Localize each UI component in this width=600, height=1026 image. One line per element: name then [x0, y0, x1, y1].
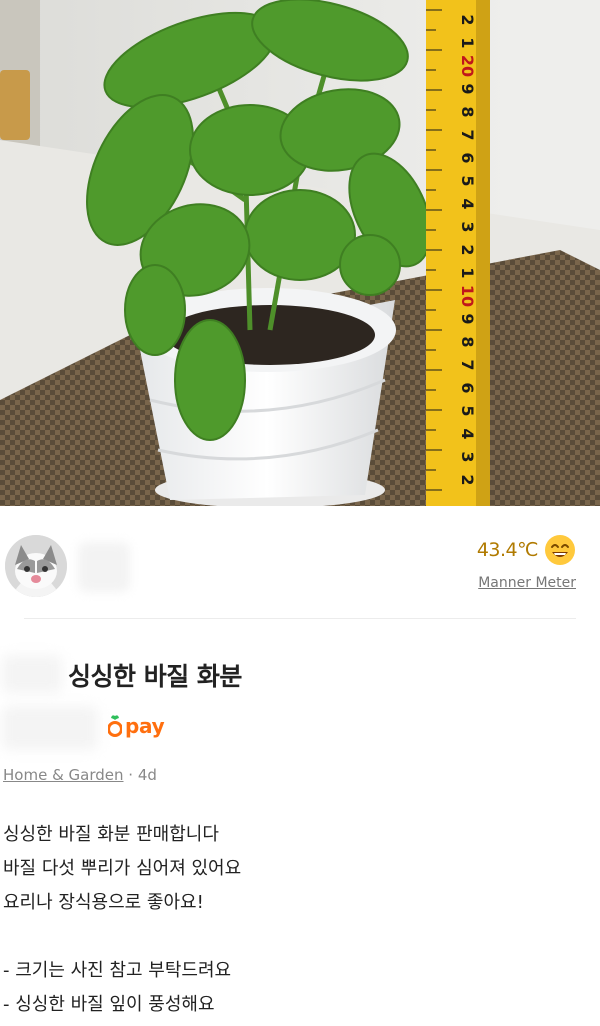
ruler-number: 2 — [458, 474, 477, 485]
description-line: 바질 다섯 뿌리가 심어져 있어요 — [3, 858, 242, 879]
meta-separator: · — [123, 766, 138, 784]
title-prefix-redacted — [2, 655, 62, 693]
product-photo[interactable]: 2 1 20 9 8 7 6 5 4 3 2 1 10 9 8 7 6 5 4 3 2 — [0, 0, 600, 506]
listing-description: 싱싱한 바질 화분 판매합니다 바질 다섯 뿌리가 심어져 있어요 요리나 장식… — [3, 818, 593, 1022]
description-line: 요리나 장식용으로 좋아요! — [3, 892, 204, 913]
ruler-number: 1 — [458, 267, 477, 278]
ruler-number: 6 — [458, 382, 477, 393]
ruler-number: 7 — [458, 129, 477, 140]
ruler-number: 9 — [458, 313, 477, 324]
ruler-number: 5 — [458, 405, 477, 416]
ruler-number: 8 — [458, 106, 477, 117]
ruler-number: 3 — [458, 451, 477, 462]
seller-section: 43.4℃ Manner Meter — [0, 506, 600, 618]
ruler-number: 1 — [458, 37, 477, 48]
smile-face-icon — [545, 535, 575, 565]
ruler-number: 2 — [458, 244, 477, 255]
posted-age: 4d — [137, 766, 157, 784]
manner-meter[interactable]: 43.4℃ Manner Meter — [477, 534, 576, 591]
cat-avatar-icon — [5, 535, 67, 597]
section-divider — [24, 618, 576, 619]
seller-name-redacted — [78, 542, 130, 592]
manner-meter-link[interactable]: Manner Meter — [477, 575, 576, 591]
ruler-number: 6 — [458, 152, 477, 163]
ruler-number: 10 — [458, 285, 477, 307]
manner-temperature: 43.4℃ — [476, 539, 539, 561]
ruler-number: 4 — [458, 428, 477, 439]
pay-label: pay — [125, 714, 165, 738]
listing-title: 싱싱한 바질 화분 — [68, 662, 242, 691]
listing-meta: Home & Garden · 4d — [3, 766, 157, 784]
ruler-number: 3 — [458, 221, 477, 232]
ruler-number: 2 — [458, 14, 477, 25]
ruler-number: 20 — [458, 55, 477, 77]
price-redacted — [2, 706, 98, 750]
category-link[interactable]: Home & Garden — [3, 766, 124, 784]
description-line: - 싱싱한 바질 잎이 풍성해요 — [3, 994, 215, 1015]
ruler-number: 4 — [458, 198, 477, 209]
description-line: - 크기는 사진 참고 부탁드려요 — [3, 960, 232, 981]
pay-badge: pay — [108, 714, 165, 738]
ruler-number: 7 — [458, 359, 477, 370]
ruler-number: 8 — [458, 336, 477, 347]
carrot-pay-icon — [108, 715, 122, 737]
description-line — [3, 920, 593, 954]
seller-avatar[interactable] — [5, 535, 67, 597]
ruler-number: 9 — [458, 83, 477, 94]
ruler-number: 5 — [458, 175, 477, 186]
description-line: 싱싱한 바질 화분 판매합니다 — [3, 824, 219, 845]
basil-plant-image: 2 1 20 9 8 7 6 5 4 3 2 1 10 9 8 7 6 5 4 3 2 — [0, 0, 600, 506]
